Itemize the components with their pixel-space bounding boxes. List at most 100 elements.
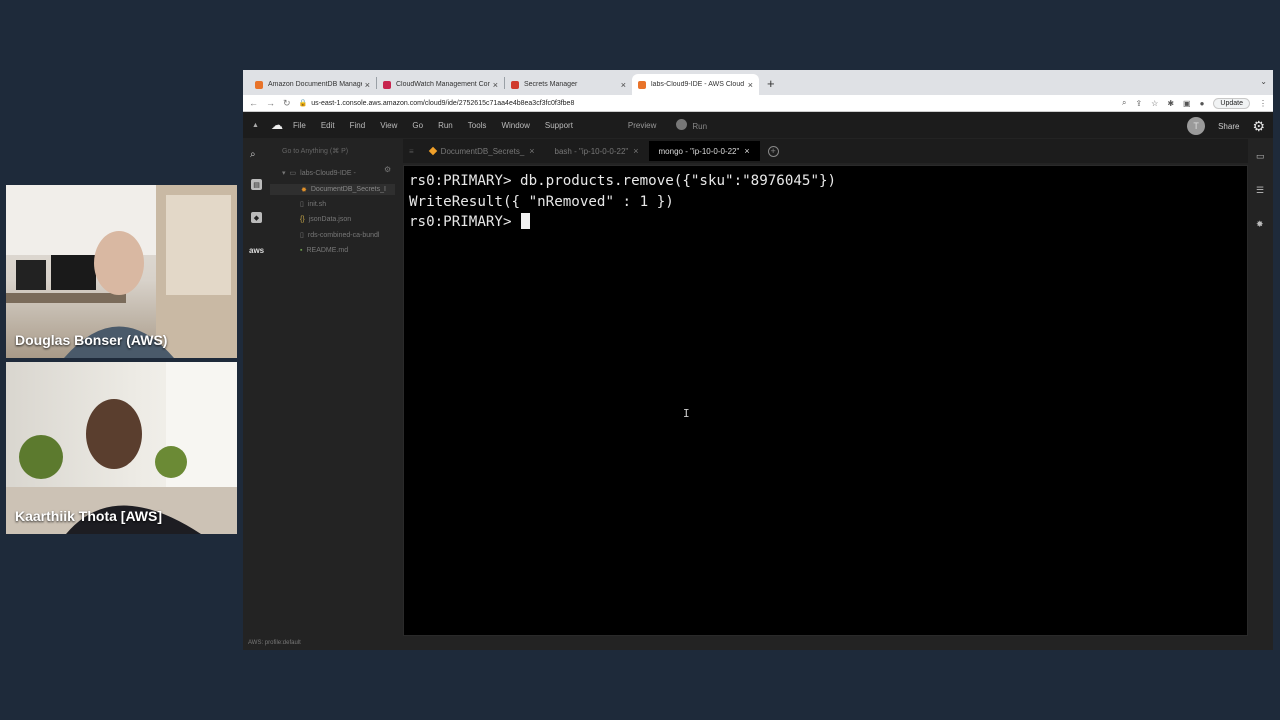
- cloud9-logo-icon[interactable]: ☁: [271, 118, 283, 132]
- bookmark-star-icon[interactable]: ☆: [1151, 99, 1158, 108]
- gear-icon[interactable]: ⚙: [1252, 118, 1265, 135]
- outline-icon[interactable]: ☰: [1256, 185, 1264, 196]
- secrets-favicon-icon: [511, 80, 519, 89]
- tree-file-jsondata[interactable]: {} jsonData.json: [300, 216, 351, 223]
- editor-tab-mongo[interactable]: mongo - "ip-10-0-0-22" ×: [648, 141, 760, 161]
- menu-find[interactable]: Find: [350, 121, 366, 130]
- participant-video-1: Douglas Bonser (AWS): [6, 185, 237, 358]
- browser-tab-cloud9[interactable]: labs-Cloud9-IDE - AWS Cloud ×: [632, 74, 759, 95]
- participant-video-2: Kaarthiik Thota [AWS]: [6, 362, 237, 534]
- tree-label: jsonData.json: [308, 216, 352, 223]
- reload-icon[interactable]: ↻: [283, 98, 291, 109]
- modified-dot-icon: [428, 146, 437, 156]
- mongo-terminal[interactable]: rs0:PRIMARY> db.products.remove({"sku":"…: [403, 165, 1248, 636]
- aws-icon[interactable]: aws: [249, 246, 264, 255]
- browser-tab-secrets[interactable]: Secrets Manager ×: [505, 74, 632, 95]
- tab-title: Amazon DocumentDB Manage: [268, 81, 362, 88]
- more-menu-icon[interactable]: ⋮: [1259, 99, 1267, 108]
- mouse-ibeam-icon: I: [683, 407, 690, 420]
- search-icon[interactable]: ⌕: [250, 149, 256, 160]
- terminal-line: rs0:PRIMARY> db.products.remove({"sku":"…: [409, 173, 837, 189]
- tree-label: init.sh: [307, 200, 327, 208]
- tab-title: labs-Cloud9-IDE - AWS Cloud: [651, 81, 745, 88]
- terminal-prompt-line: rs0:PRIMARY>: [409, 212, 1242, 233]
- tree-label: rds-combined-ca-bundl: [307, 231, 380, 239]
- lock-icon: 🔒: [298, 100, 308, 107]
- avatar[interactable]: T: [1187, 117, 1206, 135]
- file-icon: ▯: [300, 201, 304, 208]
- browser-tab-bar: Amazon DocumentDB Manage × CloudWatch Ma…: [243, 70, 1273, 95]
- menu-support[interactable]: Support: [545, 121, 573, 130]
- close-icon[interactable]: ×: [621, 80, 626, 90]
- share-icon[interactable]: ⇪: [1135, 99, 1142, 108]
- run-button[interactable]: Run: [676, 116, 707, 134]
- json-icon: {}: [300, 216, 305, 223]
- chevron-down-icon[interactable]: ⌄: [1260, 77, 1267, 86]
- menu-run[interactable]: Run: [438, 121, 453, 130]
- close-icon[interactable]: ×: [633, 146, 638, 156]
- gear-file-icon: ✸: [301, 186, 307, 194]
- terminal-cursor: [521, 213, 531, 229]
- tree-label: labs-Cloud9-IDE -: [300, 169, 356, 177]
- tree-file-readme[interactable]: ▪ README.md: [300, 247, 348, 254]
- preview-button[interactable]: Preview: [628, 121, 656, 130]
- menu-tools[interactable]: Tools: [468, 121, 487, 130]
- update-button[interactable]: Update: [1213, 97, 1250, 109]
- add-tab-button[interactable]: +: [767, 145, 779, 157]
- close-icon[interactable]: ×: [744, 146, 749, 156]
- tab-label: DocumentDB_Secrets_: [440, 146, 525, 156]
- zoom-icon[interactable]: ⌕: [1122, 98, 1126, 108]
- close-icon[interactable]: ×: [365, 80, 370, 90]
- tree-label: README.md: [306, 247, 349, 254]
- source-control-icon[interactable]: ◆: [251, 212, 262, 223]
- menu-view[interactable]: View: [380, 121, 397, 130]
- status-bar: AWS: profile:default: [243, 636, 1273, 650]
- tree-file-rds-bundle[interactable]: ▯ rds-combined-ca-bundl: [300, 231, 380, 240]
- tree-file-init[interactable]: ▯ init.sh: [300, 200, 327, 209]
- aws-favicon-icon: [638, 80, 646, 89]
- tab-menu-icon[interactable]: ≡: [403, 147, 420, 156]
- editor-tab-bar: ≡ DocumentDB_Secrets_ × bash - "ip-10-0-…: [403, 139, 1248, 163]
- menu-edit[interactable]: Edit: [321, 121, 335, 130]
- address-bar: ← → ↻ 🔒 us-east-1.console.aws.amazon.com…: [243, 95, 1273, 112]
- profile-icon[interactable]: ●: [1200, 99, 1205, 108]
- debugger-icon[interactable]: ✸: [1256, 219, 1264, 230]
- menu-file[interactable]: File: [293, 121, 306, 130]
- sidebar-icon[interactable]: ▣: [1183, 99, 1191, 108]
- close-icon[interactable]: ×: [493, 80, 498, 90]
- url-field[interactable]: 🔒 us-east-1.console.aws.amazon.com/cloud…: [298, 99, 1114, 108]
- browser-tab-documentdb[interactable]: Amazon DocumentDB Manage ×: [249, 74, 376, 95]
- participant-name: Kaarthiik Thota [AWS]: [15, 508, 163, 524]
- tree-label: DocumentDB_Secrets_I: [310, 186, 386, 193]
- environment-icon[interactable]: ▤: [251, 179, 262, 190]
- tab-title: CloudWatch Management Con: [396, 81, 490, 88]
- run-icon: [676, 119, 688, 131]
- editor-tab-bash[interactable]: bash - "ip-10-0-0-22" ×: [545, 141, 649, 161]
- browser-tab-cloudwatch[interactable]: CloudWatch Management Con ×: [377, 74, 504, 95]
- back-icon[interactable]: ←: [249, 98, 258, 108]
- new-tab-button[interactable]: +: [767, 76, 775, 91]
- participant-name: Douglas Bonser (AWS): [15, 332, 168, 348]
- menu-go[interactable]: Go: [412, 121, 423, 130]
- file-icon: ▯: [300, 232, 304, 239]
- url-text: us-east-1.console.aws.amazon.com/cloud9/…: [311, 99, 575, 107]
- close-icon[interactable]: ×: [748, 80, 753, 90]
- editor-tab-documentdb[interactable]: DocumentDB_Secrets_ ×: [420, 141, 545, 161]
- goto-anything-input[interactable]: Go to Anything (⌘ P): [282, 147, 348, 155]
- collapse-arrow-icon[interactable]: ▲: [252, 122, 259, 129]
- close-icon[interactable]: ×: [529, 146, 534, 156]
- forward-icon[interactable]: →: [266, 98, 275, 108]
- tree-file-documentdb[interactable]: ✸ DocumentDB_Secrets_I: [270, 184, 395, 195]
- aws-favicon-icon: [255, 80, 263, 89]
- run-label: Run: [692, 122, 708, 131]
- md-icon: ▪: [300, 247, 303, 254]
- share-button[interactable]: Share: [1218, 122, 1239, 131]
- chevron-down-icon: ▾: [282, 170, 286, 177]
- tree-root-folder[interactable]: ▾ ▭ labs-Cloud9-IDE -: [282, 169, 356, 178]
- cloud9-menu-bar: ▲ ☁ File Edit Find View Go Run Tools Win…: [243, 112, 1273, 138]
- collaborate-icon[interactable]: ▭: [1256, 151, 1265, 162]
- menu-window[interactable]: Window: [501, 121, 529, 130]
- left-rail: ⌕ ▤ ◆ aws: [243, 139, 270, 650]
- extensions-icon[interactable]: ✱: [1167, 99, 1174, 108]
- tree-settings-gear-icon[interactable]: ⚙: [384, 165, 391, 174]
